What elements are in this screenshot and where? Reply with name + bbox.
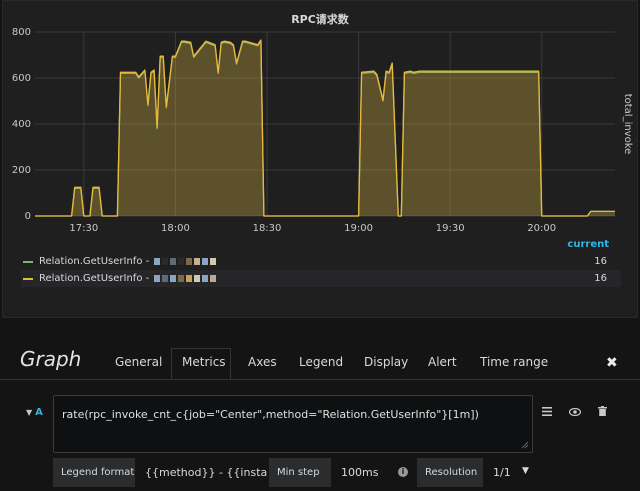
y-tick-label: 600: [12, 73, 31, 84]
menu-icon[interactable]: [537, 403, 557, 423]
query-expression-input[interactable]: rate(rpc_invoke_cnt_c{job="Center",metho…: [53, 395, 533, 453]
series-area-2: [35, 40, 615, 216]
legend: current Relation.GetUserInfo - 16 Relati…: [21, 239, 621, 287]
redacted-instance: [154, 275, 217, 282]
tab-metrics[interactable]: Metrics: [182, 355, 226, 369]
legend-item-1[interactable]: Relation.GetUserInfo - 16: [21, 253, 621, 270]
tab-display[interactable]: Display: [364, 355, 408, 369]
y-tick-label: 200: [12, 165, 31, 176]
y-tick-label: 400: [12, 119, 31, 130]
query-collapse-toggle[interactable]: ▼ A: [26, 407, 43, 418]
eye-icon[interactable]: [565, 403, 585, 423]
y2-axis-label: total_invoke: [622, 94, 633, 155]
caret-down-icon[interactable]: ▼: [26, 408, 32, 417]
legend-series-name[interactable]: Relation.GetUserInfo -: [39, 273, 149, 284]
tab-axes[interactable]: Axes: [248, 355, 277, 369]
resize-handle-icon[interactable]: [521, 441, 529, 449]
chart: 0 200 400 600 800 17:30 18:00 18:30 19:00 19:30 20…: [12, 27, 633, 234]
tab-time-range[interactable]: Time range: [480, 355, 548, 369]
x-tick-label: 19:30: [436, 223, 465, 234]
legend-series-name[interactable]: Relation.GetUserInfo -: [39, 256, 149, 267]
trash-icon[interactable]: [592, 403, 612, 423]
x-tick-label: 19:00: [344, 223, 373, 234]
resolution-label: Resolution: [417, 458, 483, 487]
info-icon[interactable]: i: [398, 467, 408, 477]
query-row: ▼ A rate(rpc_invoke_cnt_c{job="Center",me…: [0, 395, 640, 455]
legend-item-2[interactable]: Relation.GetUserInfo - 16: [21, 270, 621, 287]
query-expression-text: rate(rpc_invoke_cnt_c{job="Center",metho…: [62, 408, 479, 421]
y-tick-label: 0: [25, 211, 31, 222]
x-tick-label: 17:30: [69, 223, 98, 234]
legend-current-header[interactable]: current: [21, 239, 621, 253]
editor-header: Graph General Metrics Axes Legend Displa…: [0, 340, 640, 380]
legend-swatch-yellow[interactable]: [23, 277, 33, 280]
min-step-label: Min step: [269, 458, 331, 487]
x-tick-label: 18:00: [161, 223, 190, 234]
close-icon[interactable]: ✖: [606, 355, 618, 371]
legend-current-value: 16: [594, 256, 607, 267]
legend-swatch-green[interactable]: [23, 260, 33, 263]
y-tick-label: 800: [12, 27, 31, 38]
tab-general[interactable]: General: [115, 355, 162, 369]
legend-current-value: 16: [594, 273, 607, 284]
graph-panel: RPC请求数 0 200 400 600 800 17:30 18:00 18:30 19:00…: [2, 0, 638, 318]
editor-title: Graph: [20, 347, 82, 371]
tab-legend[interactable]: Legend: [299, 355, 343, 369]
legend-format-input[interactable]: {{method}} - {{instance: [137, 458, 267, 487]
x-tick-label: 18:30: [253, 223, 282, 234]
query-ref-id: A: [35, 407, 43, 418]
tab-alert[interactable]: Alert: [428, 355, 457, 369]
caret-down-icon[interactable]: ▼: [522, 466, 529, 476]
redacted-instance: [154, 258, 217, 265]
x-tick-label: 20:00: [527, 223, 556, 234]
legend-format-label: Legend format: [53, 458, 135, 487]
